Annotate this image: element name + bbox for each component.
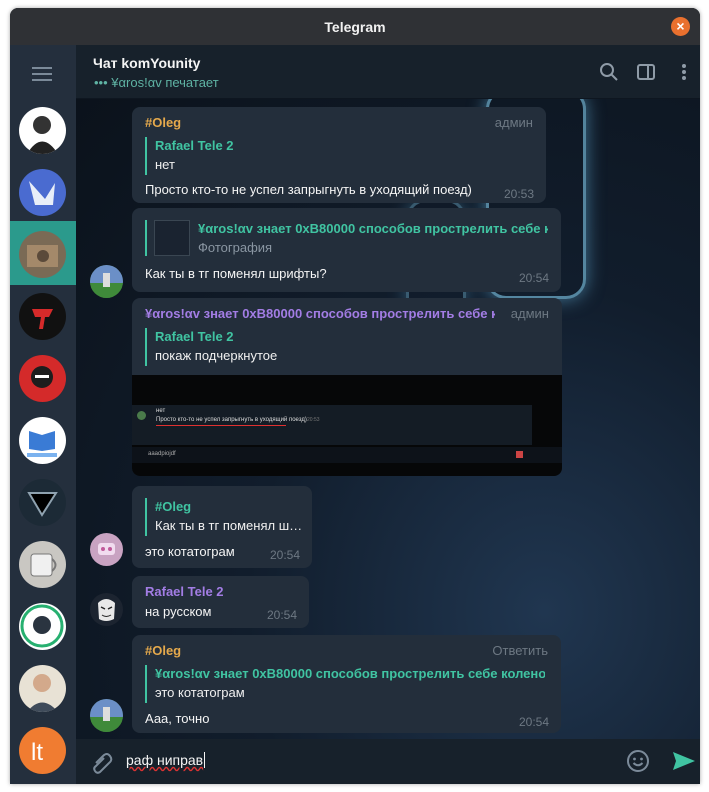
message-time: 20:53 [503, 187, 534, 201]
message-bubble[interactable]: Rafael Tele 2 на русском 20:54 [132, 576, 309, 628]
message-time: 20:54 [518, 715, 549, 729]
reply-name: #Oleg [155, 499, 192, 514]
reply-quote[interactable]: Rafael Tele 2 нет [145, 137, 525, 175]
reply-name: Rafael Tele 2 [155, 138, 234, 153]
chat-avatar-11[interactable]: lt [19, 727, 66, 774]
message-sender[interactable]: #Oleg [145, 115, 181, 130]
chat-title: Чат komYounity [93, 55, 201, 71]
reply-button[interactable]: Ответить [492, 643, 548, 658]
typing-dots: ••• [94, 75, 108, 90]
more-vertical-icon[interactable] [674, 62, 694, 82]
message-bubble[interactable]: ¥αros!αv знает 0xB80000 способов простре… [132, 208, 561, 292]
message-text: Ааа, точно [145, 711, 210, 726]
photo-underline [156, 425, 286, 426]
typing-status: ••• ¥αros!αv печатает [94, 75, 219, 90]
message-input[interactable]: раф ниправ [126, 752, 206, 768]
typing-text: ¥αros!αv печатает [111, 75, 219, 90]
chat-avatar-2[interactable] [19, 169, 66, 216]
message-role: админ [510, 306, 549, 321]
message-bubble[interactable]: #Oleg Как ты в тг поменял шрифты? это ко… [132, 486, 312, 568]
reply-quote[interactable]: #Oleg Как ты в тг поменял шрифты? [145, 498, 303, 536]
send-icon[interactable] [671, 749, 697, 778]
photo-avatar [137, 411, 146, 420]
message-sender[interactable]: ¥αros!αv знает 0xB80000 способов простре… [145, 306, 495, 321]
chat-list-sidebar: lt [10, 45, 76, 784]
chat-avatar-4[interactable] [19, 293, 66, 340]
chat-avatar-1[interactable] [19, 107, 66, 154]
message-photo[interactable]: нет Просто кто-то не успел запрыгнуть в … [132, 375, 562, 476]
photo-line-2: Просто кто-то не успел запрыгнуть в уход… [156, 417, 307, 423]
message-time: 20:54 [266, 608, 297, 622]
photo-line-1: нет [156, 408, 166, 414]
menu-icon[interactable] [32, 67, 52, 81]
chat-avatar-8[interactable] [19, 541, 66, 588]
chat-avatar-9[interactable] [19, 603, 66, 650]
reply-text: покаж подчеркнутое [155, 348, 278, 363]
message-text: Как ты в тг поменял шрифты? [145, 266, 327, 281]
message-bubble[interactable]: #Oleg Ответить ¥αros!αv знает 0xB80000 с… [132, 635, 561, 733]
search-icon[interactable] [599, 62, 619, 82]
message-bubble[interactable]: #Oleg админ Rafael Tele 2 нет Просто кто… [132, 107, 546, 203]
chat-avatar-5[interactable] [19, 355, 66, 402]
reply-text: Как ты в тг поменял шрифты? [155, 518, 303, 533]
sender-avatar[interactable] [90, 699, 123, 732]
emoji-icon[interactable] [626, 749, 650, 778]
window-title: Telegram [324, 18, 386, 35]
attach-icon[interactable] [89, 750, 113, 779]
message-role: админ [494, 115, 533, 130]
photo-chat-preview: нет Просто кто-то не успел запрыгнуть в … [132, 405, 532, 445]
message-sender[interactable]: #Oleg [145, 643, 181, 658]
sender-avatar[interactable] [90, 533, 123, 566]
photo-input: ааadрiojdf [132, 447, 562, 463]
chat-avatar-7[interactable] [19, 479, 66, 526]
reply-name: Rafael Tele 2 [155, 329, 234, 344]
title-bar: Telegram × [10, 8, 700, 45]
reply-name: ¥αros!αv знает 0xB80000 способов простре… [155, 666, 545, 681]
photo-input-text: ааadрiojdf [148, 451, 176, 457]
svg-text:lt: lt [31, 739, 43, 766]
reply-quote[interactable]: ¥αros!αv знает 0xB80000 способов простре… [145, 665, 545, 703]
reply-text: нет [155, 157, 175, 172]
message-text: это котатограм [145, 544, 235, 559]
message-bubble[interactable]: ¥αros!αv знает 0xB80000 способов простре… [132, 298, 562, 476]
close-button[interactable]: × [671, 17, 690, 36]
message-time: 20:54 [269, 548, 300, 562]
chat-avatar-10[interactable] [19, 665, 66, 712]
message-time: 20:54 [518, 271, 549, 285]
photo-input-icon [516, 451, 523, 458]
message-text: Просто кто-то не успел запрыгнуть в уход… [145, 182, 472, 197]
reply-quote[interactable]: Rafael Tele 2 покаж подчеркнутое [145, 328, 525, 366]
message-text: на русском [145, 604, 212, 619]
message-list: #Oleg админ Rafael Tele 2 нет Просто кто… [76, 99, 700, 739]
sender-avatar[interactable] [90, 265, 123, 298]
sidebar-toggle-icon[interactable] [636, 62, 656, 82]
reply-thumbnail [154, 220, 190, 256]
message-input-text: раф ниправ [126, 752, 204, 768]
chat-avatar-6[interactable] [19, 417, 66, 464]
reply-text: это котатограм [155, 685, 245, 700]
reply-text: Фотография [198, 240, 273, 255]
telegram-window: Telegram × lt Чат komYounity ••• ¥αros!α… [10, 8, 700, 784]
chat-header[interactable]: Чат komYounity ••• ¥αros!αv печатает [76, 45, 700, 99]
photo-time: 20:53 [307, 417, 320, 423]
message-composer: раф ниправ [76, 739, 700, 784]
reply-name: ¥αros!αv знает 0xB80000 способов простре… [198, 221, 548, 236]
sender-avatar[interactable] [90, 593, 123, 626]
chat-avatar-komyounity[interactable] [19, 231, 66, 278]
message-sender[interactable]: Rafael Tele 2 [145, 584, 224, 599]
